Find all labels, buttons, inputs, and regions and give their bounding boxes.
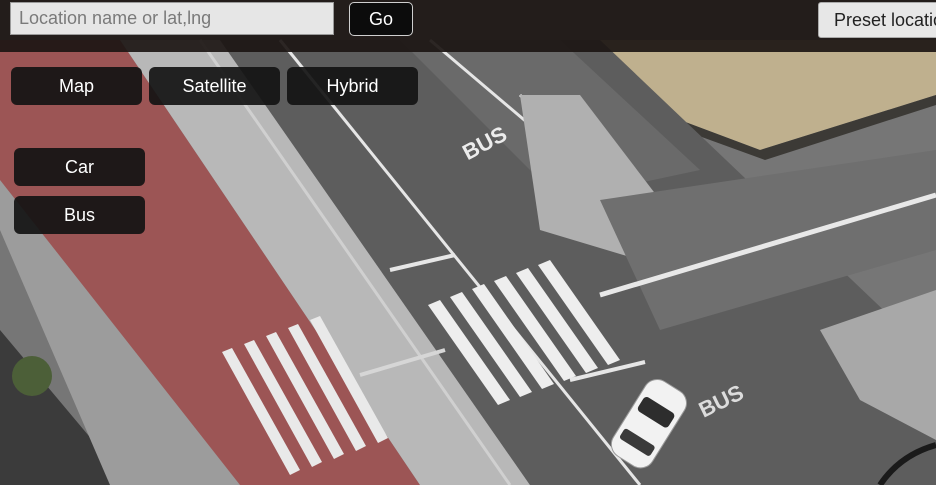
map-type-map-button[interactable]: Map <box>11 67 142 105</box>
map-type-satellite-button[interactable]: Satellite <box>149 67 280 105</box>
go-button[interactable]: Go <box>349 2 413 36</box>
vehicle-car-button[interactable]: Car <box>14 148 145 186</box>
map-type-hybrid-button[interactable]: Hybrid <box>287 67 418 105</box>
tree <box>12 356 52 396</box>
vehicle-bus-button[interactable]: Bus <box>14 196 145 234</box>
preset-locations-button[interactable]: Preset locations <box>818 2 936 38</box>
location-search-input[interactable] <box>10 2 334 35</box>
